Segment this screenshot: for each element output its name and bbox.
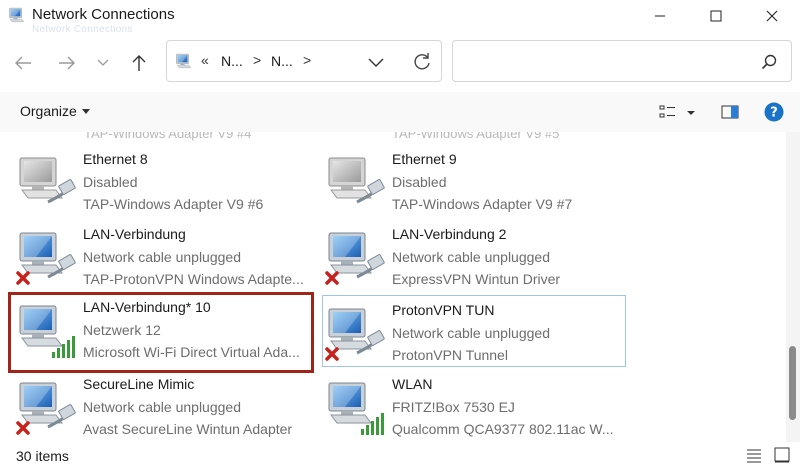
refresh-icon[interactable] <box>411 51 433 73</box>
maximize-button[interactable] <box>688 0 744 32</box>
network-connections-icon <box>9 7 24 22</box>
adapter-name: Ethernet 9 <box>392 151 457 167</box>
adapter-tile[interactable]: LAN-Verbindung 2 Network cable unplugged… <box>317 219 617 293</box>
recent-locations-button[interactable] <box>88 48 118 78</box>
list-item[interactable]: TAP-Windows Adapter V9 #4 <box>84 132 251 141</box>
file-list: TAP-Windows Adapter V9 #4 TAP-Windows Ad… <box>0 132 786 442</box>
adapter-tile-focused[interactable]: ProtonVPN TUN Network cable unplugged Pr… <box>322 295 626 367</box>
adapter-device: Avast SecureLine Wintun Adapter <box>83 421 293 437</box>
overflow-chevron[interactable]: « <box>201 52 209 68</box>
back-button[interactable] <box>8 48 38 78</box>
window-title: Network Connections <box>32 6 175 23</box>
title-bar: Network Connections Network Connections <box>0 0 800 35</box>
adapter-status: Disabled <box>392 174 447 190</box>
up-button[interactable] <box>124 48 154 78</box>
adapter-device: Qualcomm QCA9377 802.11ac W... <box>392 421 614 437</box>
adapter-name: Ethernet 8 <box>83 151 148 167</box>
maximize-icon <box>710 10 722 22</box>
adapter-name: LAN-Verbindung <box>83 226 186 242</box>
details-view-icon[interactable] <box>746 447 762 463</box>
ethernet-unplugged-icon <box>325 308 387 361</box>
adapter-name: ProtonVPN TUN <box>392 302 495 318</box>
adapter-device: TAP-Windows Adapter V9 #6 <box>83 196 264 212</box>
ethernet-unplugged-icon <box>16 382 78 435</box>
adapter-name: SecureLine Mimic <box>83 376 195 392</box>
forward-button[interactable] <box>52 48 82 78</box>
network-connections-icon <box>176 53 191 68</box>
adapter-status: Disabled <box>83 174 138 190</box>
ethernet-unplugged-icon <box>16 232 78 285</box>
address-bar[interactable]: « N... > N... > <box>166 40 442 82</box>
svg-text:?: ? <box>770 106 778 121</box>
adapter-tile[interactable]: Ethernet 9 Disabled TAP-Windows Adapter … <box>317 144 617 218</box>
change-view-icon[interactable] <box>658 102 678 122</box>
adapter-tile[interactable]: Ethernet 8 Disabled TAP-Windows Adapter … <box>8 144 308 218</box>
adapter-status: Network cable unplugged <box>83 249 241 265</box>
breadcrumb-separator[interactable]: > <box>253 52 261 68</box>
command-bar: Organize ? <box>0 92 800 132</box>
adapter-status: Network cable unplugged <box>83 399 241 415</box>
chevron-down-icon <box>97 59 109 66</box>
title-ghost-text: Network Connections <box>32 24 133 35</box>
organize-button[interactable]: Organize <box>20 103 77 119</box>
caret-down-icon[interactable] <box>82 109 90 115</box>
arrow-up-icon <box>132 55 146 71</box>
caret-down-icon[interactable] <box>686 102 696 122</box>
scrollbar-thumb[interactable] <box>789 346 796 420</box>
adapter-device: Microsoft Wi-Fi Direct Virtual Ada... <box>83 344 300 360</box>
close-button[interactable] <box>744 0 800 32</box>
minimize-button[interactable] <box>632 0 688 32</box>
status-bar: 30 items <box>0 442 800 468</box>
wifi-connected-icon <box>19 305 75 358</box>
search-input[interactable] <box>452 40 792 82</box>
large-icons-view-icon[interactable] <box>774 447 790 463</box>
adapter-tile[interactable]: WLAN FRITZ!Box 7530 EJ Qualcomm QCA9377 … <box>317 369 617 442</box>
preview-pane-icon[interactable] <box>720 102 740 122</box>
adapter-status: FRITZ!Box 7530 EJ <box>392 399 515 415</box>
adapter-name: WLAN <box>392 376 433 392</box>
arrow-left-icon <box>15 56 31 70</box>
breadcrumb-item[interactable]: N... <box>221 53 243 69</box>
list-item[interactable]: TAP-Windows Adapter V9 #5 <box>392 132 559 141</box>
adapter-name: LAN-Verbindung* 10 <box>83 299 211 315</box>
ethernet-disabled-icon <box>328 157 387 204</box>
item-count: 30 items <box>16 448 69 464</box>
minimize-icon <box>655 15 665 17</box>
ethernet-unplugged-icon <box>325 232 387 285</box>
adapter-tile-highlighted[interactable]: LAN-Verbindung* 10 Netzwerk 12 Microsoft… <box>8 292 314 373</box>
address-dropdown-icon[interactable] <box>367 53 385 71</box>
adapter-status: Network cable unplugged <box>392 325 550 341</box>
adapter-status: Netzwerk 12 <box>83 322 161 338</box>
close-icon <box>766 10 778 22</box>
arrow-right-icon <box>59 56 75 70</box>
ethernet-disabled-icon <box>19 157 78 204</box>
adapter-device: ExpressVPN Wintun Driver <box>392 271 561 287</box>
breadcrumb-separator[interactable]: > <box>303 52 311 68</box>
adapter-device: TAP-Windows Adapter V9 #7 <box>392 196 573 212</box>
wifi-connected-icon <box>328 382 384 435</box>
adapter-device: ProtonVPN Tunnel <box>392 347 508 363</box>
search-icon <box>761 54 777 70</box>
adapter-status: Network cable unplugged <box>392 249 550 265</box>
breadcrumb-item[interactable]: N... <box>271 53 293 69</box>
adapter-name: LAN-Verbindung 2 <box>392 226 507 242</box>
help-icon[interactable]: ? <box>764 102 784 122</box>
vertical-scrollbar[interactable] <box>786 132 800 442</box>
adapter-device: TAP-ProtonVPN Windows Adapte... <box>83 271 304 287</box>
adapter-tile[interactable]: LAN-Verbindung Network cable unplugged T… <box>8 219 308 293</box>
adapter-tile[interactable]: SecureLine Mimic Network cable unplugged… <box>8 369 308 442</box>
